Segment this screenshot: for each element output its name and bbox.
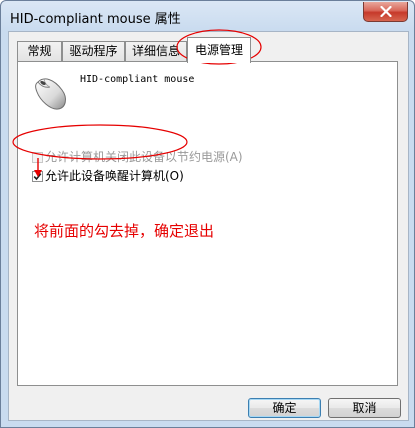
close-icon: [379, 6, 392, 17]
tab-details[interactable]: 详细信息: [125, 41, 187, 61]
checkmark-icon: [33, 173, 42, 181]
close-button[interactable]: [363, 2, 408, 22]
allow-wake-option[interactable]: 允许此设备唤醒计算机(O): [32, 167, 184, 184]
window-title: HID-compliant mouse 属性: [10, 12, 181, 27]
title-bar[interactable]: HID-compliant mouse 属性: [1, 1, 414, 31]
tab-power-management[interactable]: 电源管理: [187, 37, 251, 63]
mouse-icon: [35, 78, 66, 110]
allow-power-off-option: 允许计算机关闭此设备以节约电源(A): [32, 148, 243, 165]
cancel-button[interactable]: 取消: [328, 398, 401, 418]
device-name: HID-compliant mouse: [80, 74, 195, 85]
properties-dialog: HID-compliant mouse 属性 常规 驱动程序 详细信息 电源管理: [0, 0, 415, 428]
ok-button[interactable]: 确定: [248, 398, 321, 418]
tab-general[interactable]: 常规: [17, 41, 62, 61]
allow-power-off-checkbox[interactable]: [32, 152, 43, 163]
power-management-panel: HID-compliant mouse 允许计算机关闭此设备以节约电源(A) 允…: [17, 61, 398, 386]
tab-driver[interactable]: 驱动程序: [62, 41, 125, 61]
allow-wake-checkbox[interactable]: [32, 171, 43, 182]
annotation-note: 将前面的勾去掉，确定退出: [34, 222, 215, 240]
allow-wake-label: 允许此设备唤醒计算机(O): [45, 169, 184, 183]
allow-power-off-label: 允许计算机关闭此设备以节约电源(A): [45, 150, 243, 164]
dialog-body: 常规 驱动程序 详细信息 电源管理 HID-compliant mouse 允许…: [8, 31, 409, 421]
